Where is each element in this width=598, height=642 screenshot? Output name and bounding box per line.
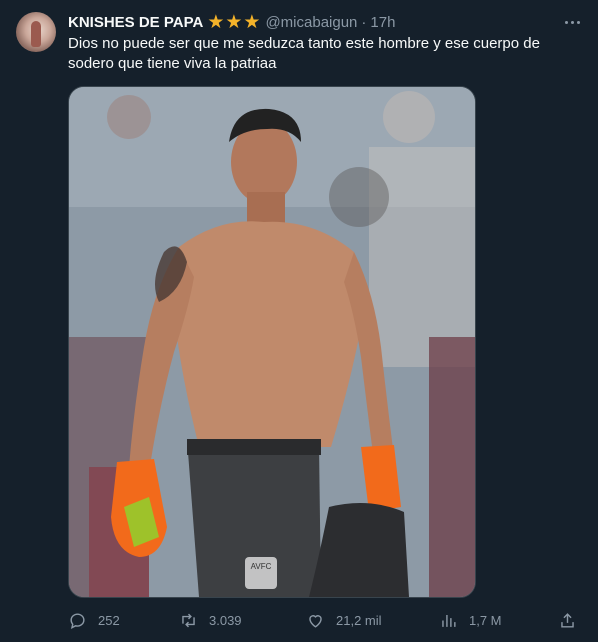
photo-illustration: AVFC xyxy=(69,87,475,597)
tweet: KNISHES DE PAPA ★ ★ ★ @micabaigun · 17h … xyxy=(0,0,598,642)
star-icon: ★ xyxy=(225,11,243,33)
star-icon: ★ xyxy=(243,11,261,33)
share-icon xyxy=(561,612,574,628)
tweet-text: Dios no puede ser que me seduzca tanto e… xyxy=(68,35,540,72)
avatar-figure xyxy=(31,21,41,47)
reply-count: 252 xyxy=(98,612,120,628)
star-icon: ★ xyxy=(207,11,225,33)
timestamp[interactable]: 17h xyxy=(370,14,395,31)
crest-text: AVFC xyxy=(251,562,272,571)
user-handle[interactable]: @micabaigun xyxy=(265,14,357,31)
separator-dot: · xyxy=(361,13,367,31)
views-button[interactable]: 1,7 M xyxy=(439,611,502,630)
views-icon xyxy=(442,614,456,627)
tweet-photo[interactable]: AVFC xyxy=(68,86,476,598)
star-badges: ★ ★ ★ xyxy=(207,13,261,32)
retweet-count: 3.039 xyxy=(209,612,242,628)
action-bar: 252 3.039 21,2 mil 1,7 M xyxy=(68,607,582,633)
views-count: 1,7 M xyxy=(469,612,502,628)
reply-button[interactable]: 252 xyxy=(68,611,120,630)
display-name[interactable]: KNISHES DE PAPA xyxy=(68,14,203,31)
like-icon xyxy=(309,614,322,628)
like-button[interactable]: 21,2 mil xyxy=(306,611,382,630)
retweet-icon xyxy=(182,613,195,627)
retweet-button[interactable]: 3.039 xyxy=(179,611,242,630)
more-icon[interactable] xyxy=(562,12,582,32)
tweet-header: KNISHES DE PAPA ★ ★ ★ @micabaigun · 17h xyxy=(68,12,582,32)
share-button[interactable] xyxy=(558,611,577,630)
reply-icon xyxy=(70,612,85,629)
like-count: 21,2 mil xyxy=(336,612,382,628)
avatar[interactable] xyxy=(16,12,56,52)
